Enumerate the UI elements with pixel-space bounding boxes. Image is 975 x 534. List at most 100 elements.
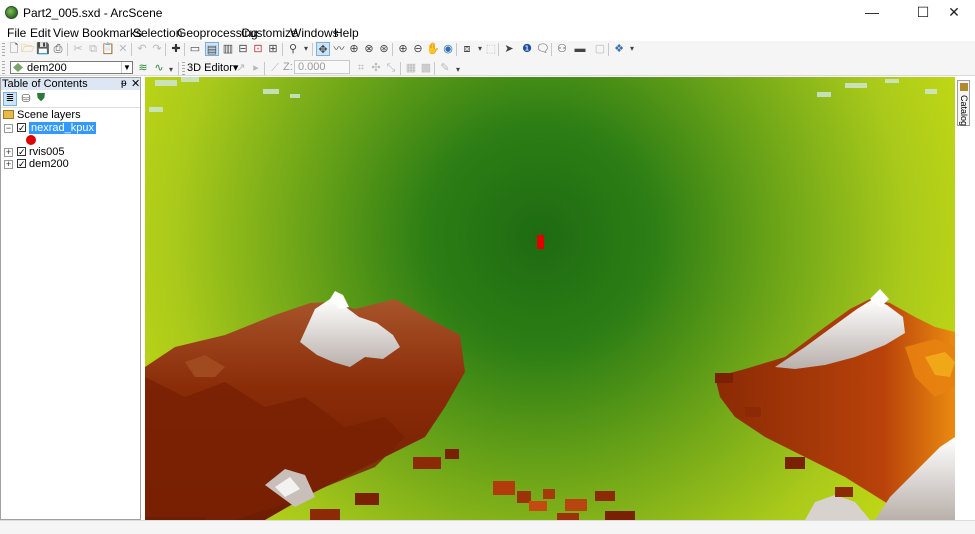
layer-visibility-checkbox[interactable]: ✓	[17, 123, 26, 133]
layer-name[interactable]: rvis005	[29, 146, 64, 158]
terrain-render[interactable]	[145, 77, 955, 520]
separator	[184, 43, 185, 56]
toolbar-grip[interactable]	[182, 62, 185, 75]
rotate-tool-icon[interactable]: ⤡	[384, 61, 398, 75]
target-center-icon[interactable]: ⊕	[347, 42, 361, 56]
layer-name[interactable]: dem200	[29, 158, 69, 170]
layer-visibility-checkbox[interactable]: ✓	[17, 159, 26, 169]
vertex-tool-icon[interactable]: ⌗	[354, 61, 368, 75]
toolbar-grip[interactable]	[2, 43, 5, 56]
undo-icon[interactable]: ↶	[135, 42, 149, 56]
catalog-side-tab[interactable]: Catalog	[957, 80, 970, 126]
catalog-tab-label: Catalog	[959, 95, 969, 127]
new-document-icon[interactable]: 🗋	[7, 42, 21, 56]
scene-layers-label: Scene layers	[17, 109, 81, 121]
3d-scene-view[interactable]	[145, 77, 955, 520]
python-window-icon[interactable]: ⊞	[266, 42, 280, 56]
separator	[178, 62, 179, 75]
set-observer-icon[interactable]: ⊛	[377, 42, 391, 56]
menu-edit[interactable]: Edit	[30, 26, 51, 40]
layer-visibility-checkbox[interactable]: ✓	[17, 147, 26, 157]
redo-icon[interactable]: ↷	[150, 42, 164, 56]
menu-file[interactable]: File	[7, 26, 26, 40]
collapse-icon[interactable]: −	[4, 124, 13, 133]
copy-icon[interactable]: ⧉	[86, 42, 100, 56]
find-binoculars-icon[interactable]: ⚇	[555, 42, 569, 56]
move-tool-icon[interactable]: ✣	[369, 61, 383, 75]
model-builder-icon[interactable]: ⚲	[286, 42, 300, 56]
search-window-icon[interactable]: ⊟	[236, 42, 250, 56]
chevron-down-icon[interactable]: ▼	[121, 62, 132, 73]
navigate-icon[interactable]: ✥	[316, 42, 330, 56]
layer-dropdown[interactable]: dem200 ▼	[10, 61, 133, 74]
scene-properties-icon[interactable]: ▭	[188, 42, 202, 56]
create-features-icon[interactable]: ✎	[438, 61, 452, 75]
select-elements-arrow-icon[interactable]: ➤	[502, 42, 516, 56]
menu-view[interactable]: View	[53, 26, 79, 40]
3d-analyst-icon[interactable]: ≋	[136, 61, 150, 75]
dropdown-arrow-icon[interactable]: ▾	[625, 42, 639, 56]
list-by-source-icon[interactable]: ⛁	[19, 92, 33, 106]
pan-hand-icon[interactable]: ✋	[426, 42, 440, 56]
radar-site-marker[interactable]	[537, 235, 544, 249]
z-label: Z:	[283, 61, 293, 73]
toc-window-icon[interactable]: ▤	[205, 42, 219, 56]
sketch-properties-icon[interactable]: ▩	[419, 61, 433, 75]
menu-bar: File Edit View Bookmarks Selection Geopr…	[0, 25, 975, 41]
html-popup-icon[interactable]: 🗨	[536, 42, 550, 56]
toc-layer-row[interactable]: + ✓ rvis005	[3, 146, 133, 158]
measure-icon[interactable]: ▬	[573, 42, 587, 56]
separator	[456, 43, 457, 56]
arctoolbox-icon[interactable]: ❖	[612, 42, 626, 56]
toc-header: Table of Contents ᵽ ✕	[1, 78, 140, 90]
3d-editor-menu[interactable]: 3D Editor▾	[187, 61, 238, 74]
identify-icon[interactable]: ❶	[520, 42, 534, 56]
expand-icon[interactable]: +	[4, 148, 13, 157]
toc-title: Table of Contents	[2, 78, 88, 90]
toolbox-icon[interactable]: ⊡	[251, 42, 265, 56]
close-button[interactable]: ✕	[938, 0, 970, 25]
menu-selection[interactable]: Selection	[133, 26, 182, 40]
open-folder-icon[interactable]: 🗁	[21, 42, 35, 56]
attributes-icon[interactable]: ▦	[404, 61, 418, 75]
3d-editor-label: 3D Editor	[187, 62, 233, 74]
dropdown-arrow-icon[interactable]: ▾	[299, 42, 313, 56]
full-extent-globe-icon[interactable]: ◉	[441, 42, 455, 56]
pin-icon[interactable]: ᵽ	[121, 78, 127, 90]
dropdown-arrow-icon[interactable]: ▾	[451, 63, 465, 77]
fly-icon[interactable]: 〰	[332, 42, 346, 56]
edit-tool-icon[interactable]: ↗	[234, 61, 248, 75]
toolbar-grip[interactable]	[2, 61, 5, 74]
zoom-out-icon[interactable]: ⊖	[411, 42, 425, 56]
zoom-in-icon[interactable]: ⊕	[396, 42, 410, 56]
toc-layer-row[interactable]: − ✓ nexrad_kpux	[3, 122, 133, 134]
list-by-drawing-order-icon[interactable]: ≣	[3, 92, 17, 106]
cut-icon[interactable]: ✂	[71, 42, 85, 56]
maximize-button[interactable]: ☐	[907, 0, 939, 25]
delete-icon[interactable]: ✕	[116, 42, 130, 56]
toc-layer-row[interactable]: + ✓ dem200	[3, 158, 133, 170]
sketch-tool-icon[interactable]: ⟋	[268, 61, 282, 75]
toc-close-icon[interactable]: ✕	[131, 78, 140, 90]
catalog-window-icon[interactable]: ▥	[221, 42, 235, 56]
menu-windows[interactable]: Windows	[290, 26, 339, 40]
zoom-to-target-icon[interactable]: ⊗	[362, 42, 376, 56]
separator	[392, 43, 393, 56]
expand-icon[interactable]: +	[4, 160, 13, 169]
save-icon[interactable]: 💾	[36, 42, 50, 56]
add-data-icon[interactable]: ✚	[169, 42, 183, 56]
animation-icon[interactable]: ▢	[593, 42, 607, 56]
minimize-button[interactable]: —	[856, 0, 888, 25]
menu-help[interactable]: Help	[334, 26, 359, 40]
paste-icon[interactable]: 📋	[101, 42, 115, 56]
layers-stack-icon	[3, 110, 14, 119]
layer-name[interactable]: nexrad_kpux	[29, 122, 96, 134]
table-of-contents-panel: Table of Contents ᵽ ✕ ≣ ⛁ ⛊ Scene layers…	[0, 77, 141, 520]
print-icon[interactable]: ⎙	[51, 42, 65, 56]
z-value-input[interactable]: 0.000	[294, 60, 350, 74]
list-by-visibility-icon[interactable]: ⛊	[34, 92, 48, 106]
edit-play-icon[interactable]: ▸	[249, 61, 263, 75]
select-features-icon[interactable]: ⧈	[460, 42, 474, 56]
dropdown-arrow-icon[interactable]: ▾	[164, 63, 178, 77]
clear-selection-icon[interactable]: ⬚	[484, 42, 498, 56]
